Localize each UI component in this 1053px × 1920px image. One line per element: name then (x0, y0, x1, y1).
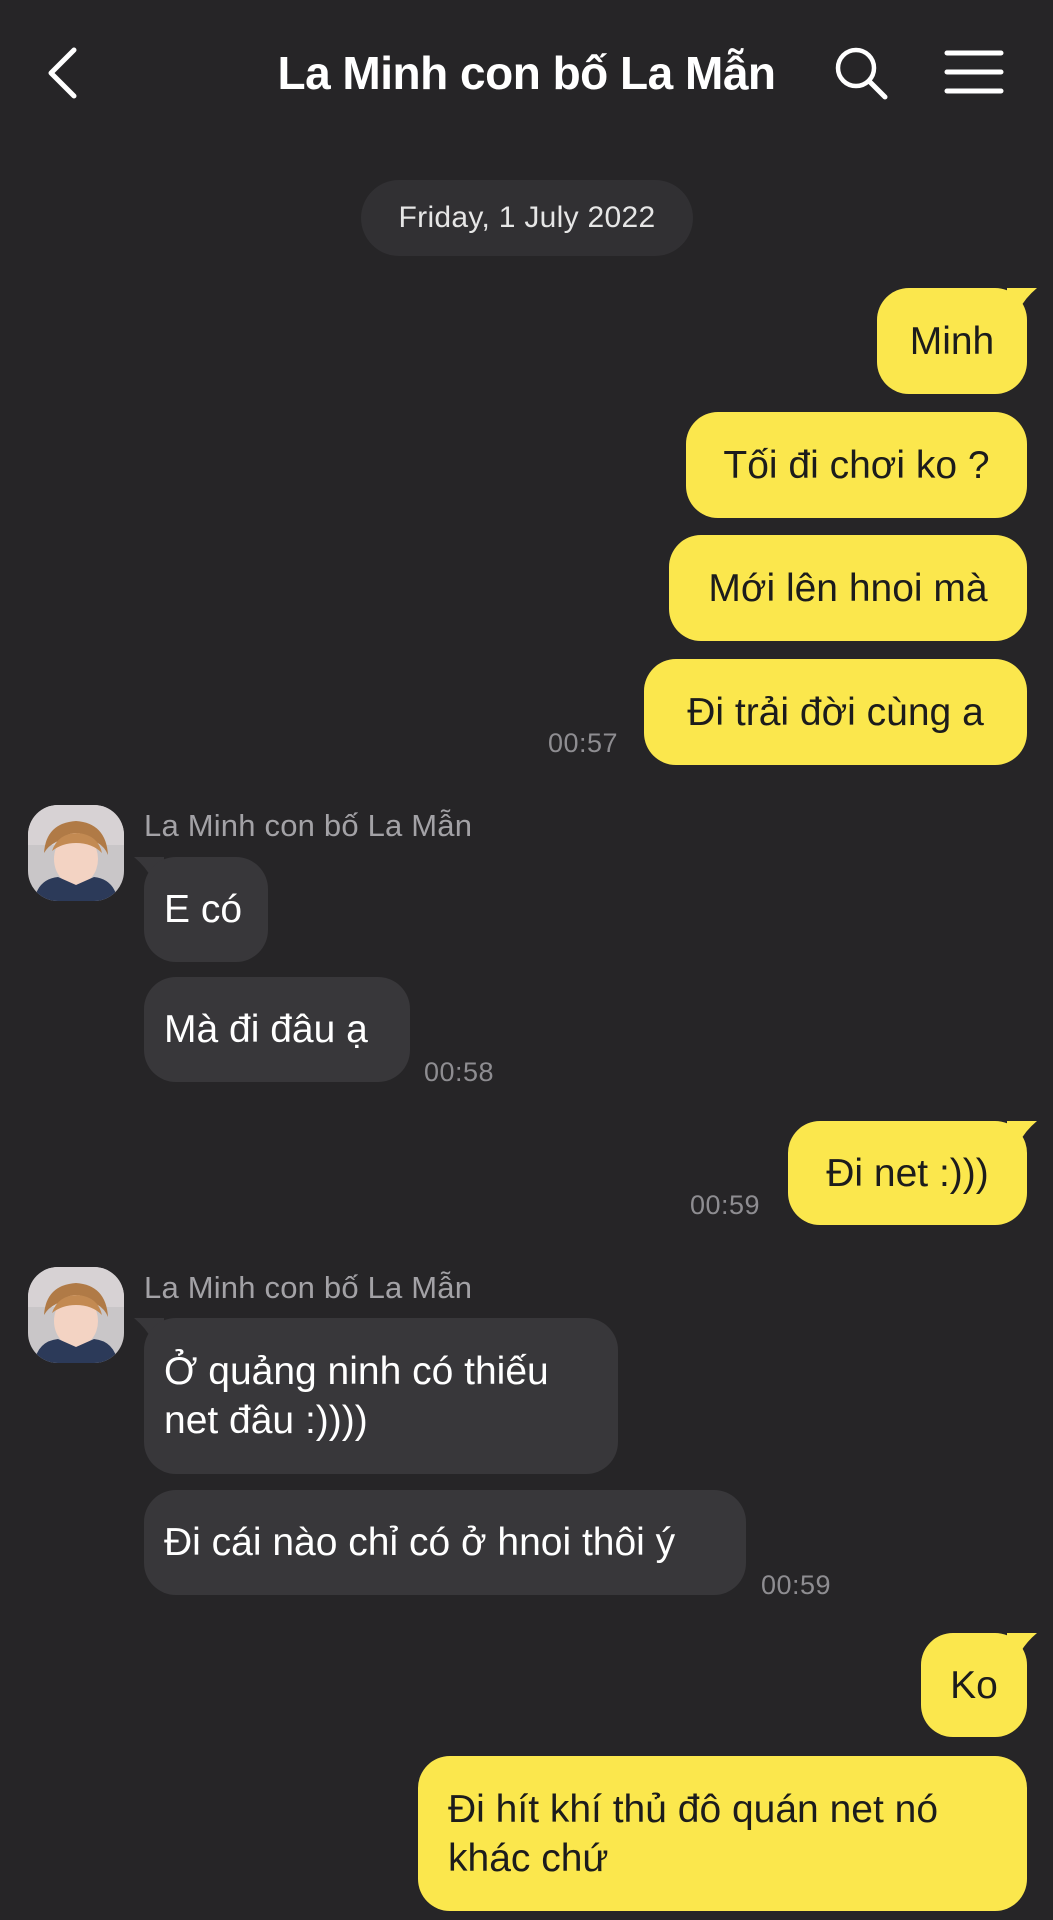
outgoing-message[interactable]: Đi hít khí thủ đô quán net nó khác chứ (418, 1756, 1027, 1911)
hamburger-menu-icon (944, 50, 1004, 94)
message-text: Đi cái nào chỉ có ở hnoi thôi ý (164, 1521, 676, 1564)
outgoing-message[interactable]: Đi net :))) (788, 1121, 1027, 1225)
message-text: Mà đi đâu ạ (164, 1008, 368, 1051)
message-timestamp: 00:59 (690, 1190, 761, 1220)
avatar-photo-icon (28, 805, 124, 901)
message-text: Đi trải đời cùng a (687, 690, 984, 734)
message-text: Minh (909, 319, 995, 363)
outgoing-message[interactable]: Đi trải đời cùng a (644, 659, 1027, 765)
bubble-tail-icon (1007, 1633, 1037, 1655)
message-timestamp: 00:58 (424, 1057, 495, 1087)
bubble-tail-icon (1007, 1121, 1037, 1143)
message-text: Đi net :))) (826, 1151, 989, 1195)
sender-name: La Minh con bố La Mẫn (144, 808, 473, 843)
incoming-message[interactable]: Mà đi đâu ạ (144, 977, 410, 1082)
menu-button[interactable] (944, 48, 1004, 98)
message-text: Ko (950, 1663, 998, 1707)
message-timestamp: 00:59 (761, 1570, 832, 1600)
message-text: E có (164, 888, 243, 931)
avatar[interactable] (28, 805, 124, 901)
chat-header: La Minh con bố La Mẫn (0, 0, 1053, 150)
search-button[interactable] (832, 44, 890, 102)
incoming-message[interactable]: Đi cái nào chỉ có ở hnoi thôi ý (144, 1490, 746, 1595)
bubble-tail-icon (1007, 288, 1037, 310)
message-text-line: Ở quảng ninh có thiếu (164, 1350, 549, 1393)
message-text: Tối đi chơi ko ? (723, 443, 990, 487)
chat-title: La Minh con bố La Mẫn (277, 47, 776, 99)
avatar[interactable] (28, 1267, 124, 1363)
outgoing-message[interactable]: Mới lên hnoi mà (669, 535, 1027, 641)
date-separator: Friday, 1 July 2022 (361, 180, 693, 256)
outgoing-message[interactable]: Tối đi chơi ko ? (686, 412, 1027, 518)
incoming-message[interactable]: E có (144, 857, 268, 962)
avatar-photo-icon (28, 1267, 124, 1363)
outgoing-message[interactable]: Minh (877, 288, 1027, 394)
message-text: Mới lên hnoi mà (708, 566, 988, 610)
message-text-line: Đi hít khí thủ đô quán net nó (448, 1787, 939, 1831)
search-icon (835, 47, 888, 100)
message-text-line: net đâu :)))) (164, 1399, 368, 1442)
message-text-line: khác chứ (448, 1836, 609, 1880)
sender-name: La Minh con bố La Mẫn (144, 1270, 473, 1305)
incoming-message[interactable]: Ở quảng ninh có thiếu net đâu :)))) (144, 1318, 618, 1474)
message-timestamp: 00:57 (548, 728, 619, 758)
